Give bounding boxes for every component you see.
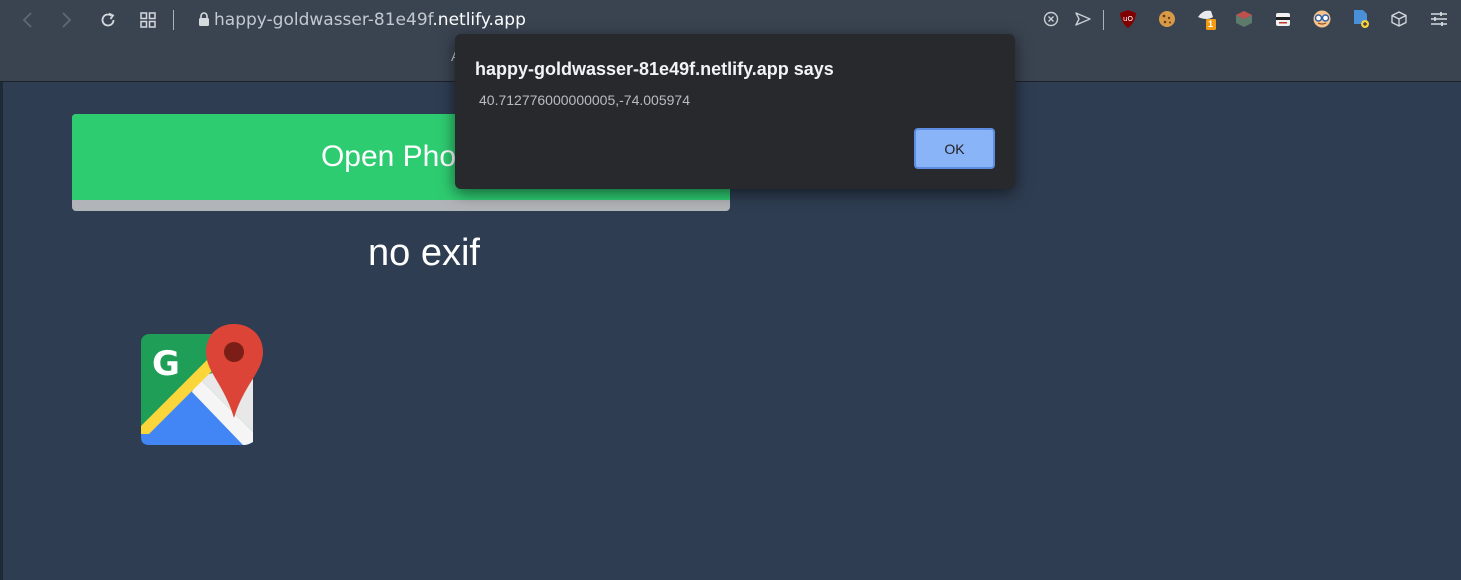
back-arrow-icon[interactable] [16,8,40,32]
dialog-message: 40.712776000000005,-74.005974 [479,92,690,108]
reload-icon[interactable] [96,8,120,32]
address-bar[interactable]: happy-goldwasser-81e49f.netlify.app [192,8,526,32]
google-maps-icon[interactable]: G [140,322,266,448]
svg-text:G: G [152,344,180,384]
settings-sliders-icon[interactable] [1428,8,1450,30]
svg-text:uO: uO [1123,15,1133,23]
glasses-face-icon[interactable] [1311,8,1333,30]
forward-arrow-icon[interactable] [54,8,78,32]
spy-icon[interactable] [1272,8,1294,30]
alert-dialog: happy-goldwasser-81e49f.netlify.app says… [455,34,1015,189]
toolbar-separator [173,10,174,30]
url-domain: .netlify.app [432,10,526,30]
url-subdomain: happy-goldwasser-81e49f [214,10,433,30]
cube-extension-icon[interactable] [1233,8,1255,30]
dialog-title: happy-goldwasser-81e49f.netlify.app says [475,59,834,79]
dialog-ok-button[interactable]: OK [914,128,995,169]
box-icon[interactable] [1388,8,1410,30]
send-icon[interactable] [1072,8,1094,30]
ublock-icon[interactable]: uO [1117,8,1139,30]
url-text: happy-goldwasser-81e49f.netlify.app [214,10,526,30]
shield-icon[interactable] [1040,8,1062,30]
lock-icon [198,12,210,32]
page-left-edge [0,82,3,580]
document-plus-icon[interactable] [1350,8,1372,30]
exif-status-text: no exif [368,232,480,274]
toolbar-separator [1103,10,1104,30]
grid-icon[interactable] [136,8,160,32]
extension-badge: 1 [1208,19,1214,29]
extension-badge-icon[interactable]: 1 [1195,8,1217,30]
cookie-icon[interactable] [1156,8,1178,30]
